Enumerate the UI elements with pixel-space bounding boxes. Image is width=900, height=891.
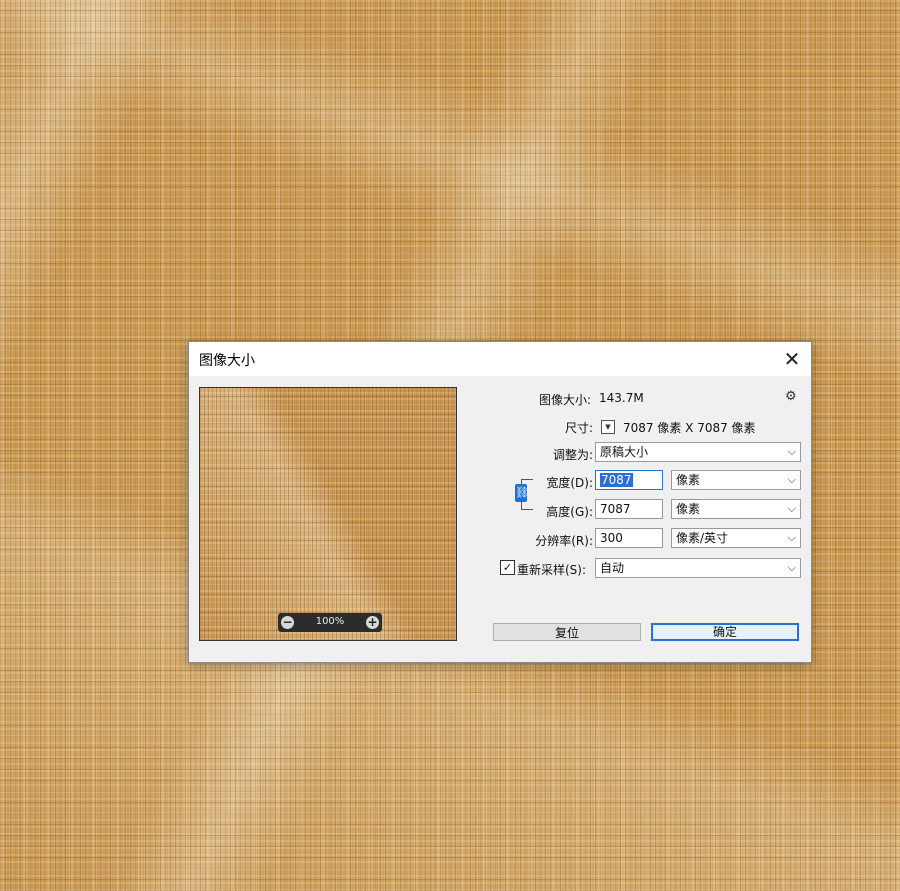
title-bar[interactable]: 图像大小 ✕ [189, 342, 811, 376]
fit-to-label: 调整为: [552, 448, 593, 462]
dimensions-dropdown-icon[interactable]: ▼ [601, 420, 615, 434]
fit-to-select[interactable]: 原稿大小 ⌵ [595, 442, 801, 462]
image-preview[interactable]: − 100% + [199, 387, 457, 641]
chevron-down-icon: ⌵ [787, 445, 796, 458]
dimensions-value: 7087 像素 X 7087 像素 [623, 421, 756, 435]
fit-to-value: 原稿大小 [600, 445, 649, 459]
width-unit-select[interactable]: 像素 ⌵ [671, 470, 801, 490]
dialog-title: 图像大小 [199, 353, 255, 369]
height-unit-select[interactable]: 像素 ⌵ [671, 499, 801, 519]
dimensions-label: 尺寸: [564, 421, 593, 435]
gear-icon[interactable]: ⚙ [785, 389, 797, 404]
chevron-down-icon: ⌵ [787, 473, 796, 486]
chevron-down-icon: ⌵ [787, 561, 796, 574]
zoom-in-icon[interactable]: + [366, 616, 379, 629]
reset-button[interactable]: 复位 [493, 623, 641, 641]
resample-select[interactable]: 自动 ⌵ [595, 558, 801, 578]
link-bracket-vert-bottom [521, 502, 522, 509]
resample-value: 自动 [600, 561, 625, 575]
resolution-input[interactable]: 300 [595, 528, 663, 548]
height-input[interactable]: 7087 [595, 499, 663, 519]
resolution-unit: 像素/英寸 [676, 531, 729, 545]
resample-checkbox[interactable]: ✓ [500, 560, 515, 575]
resolution-value: 300 [600, 531, 623, 545]
resample-label: 重新采样(S): [517, 563, 587, 577]
resolution-label: 分辨率(R): [535, 534, 593, 548]
width-label: 宽度(D): [546, 476, 593, 490]
close-icon[interactable]: ✕ [781, 348, 803, 370]
height-value: 7087 [600, 502, 631, 516]
width-unit: 像素 [676, 473, 701, 487]
chevron-down-icon: ⌵ [787, 531, 796, 544]
resolution-unit-select[interactable]: 像素/英寸 ⌵ [671, 528, 801, 548]
chevron-down-icon: ⌵ [787, 502, 796, 515]
width-value: 7087 [600, 473, 633, 487]
ok-button[interactable]: 确定 [651, 623, 799, 641]
height-unit: 像素 [676, 502, 701, 516]
zoom-control: − 100% + [278, 613, 382, 632]
image-size-value: 143.7M [599, 391, 644, 405]
image-size-label: 图像大小: [538, 393, 591, 407]
image-size-dialog: 图像大小 ✕ − 100% + 图像大小: 143.7M ⚙ 尺寸: ▼ 708… [188, 341, 812, 663]
height-label: 高度(G): [546, 505, 593, 519]
width-input[interactable]: 7087 [595, 470, 663, 490]
chain-link-icon[interactable]: ⛓ [515, 484, 529, 502]
